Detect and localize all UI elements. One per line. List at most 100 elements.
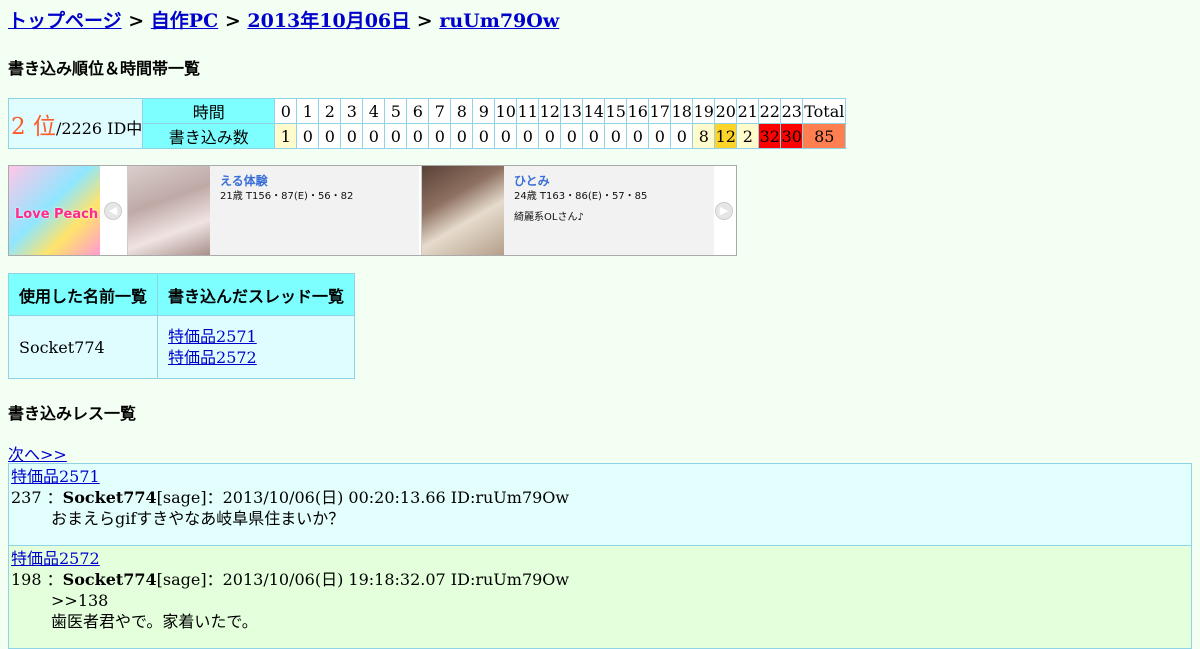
rank-summary: 2 位/2226 ID中: [7, 98, 144, 149]
count-cell: 0: [318, 123, 342, 149]
hour-cell: 5: [384, 98, 408, 124]
post-body: >>138 歯医者君やで。家着いたで。: [11, 590, 1191, 632]
hour-cell: 7: [428, 98, 452, 124]
hour-cell: 18: [670, 98, 694, 124]
post-meta: [sage]：2013/10/06(日) 00:20:13.66 ID:ruUm…: [156, 488, 570, 507]
breadcrumb-separator: >: [224, 10, 241, 32]
count-cell: 0: [384, 123, 408, 149]
post-list: 特価品2571 237 ：Socket774[sage]：2013/10/06(…: [8, 463, 1192, 649]
post-item: 特価品2572 198 ：Socket774[sage]：2013/10/06(…: [9, 545, 1191, 648]
rank-total: /2226 ID中: [55, 118, 143, 138]
count-cell: 32: [758, 123, 782, 149]
count-cell: 0: [626, 123, 650, 149]
count-cell: 30: [780, 123, 804, 149]
hour-cell: 1: [296, 98, 320, 124]
count-cell: 0: [670, 123, 694, 149]
post-line: >>138: [51, 591, 109, 610]
count-total: 85: [802, 123, 847, 149]
hour-cell: 2: [318, 98, 342, 124]
ad-shop-logo: Love Peach: [15, 207, 99, 222]
hour-cell: 9: [472, 98, 496, 124]
hour-cell: 15: [604, 98, 628, 124]
names-table: 使用した名前一覧 書き込んだスレッド一覧 Socket774 特価品2571 特…: [7, 273, 356, 379]
breadcrumb-separator: >: [416, 10, 433, 32]
hour-cell: 8: [450, 98, 474, 124]
hour-cell: 17: [648, 98, 672, 124]
count-cell: 0: [340, 123, 364, 149]
ad-card[interactable]: ひとみ 24歳 T163・86(E)・57・85 綺麗系OLさん♪: [421, 166, 714, 255]
post-item: 特価品2571 237 ：Socket774[sage]：2013/10/06(…: [9, 464, 1191, 545]
ad-banner[interactable]: Love Peach ◀ える体験 21歳 T156・87(E)・56・82 ひ…: [8, 165, 737, 256]
hour-cell: 6: [406, 98, 430, 124]
hour-cell: 23: [780, 98, 804, 124]
post-author: Socket774: [62, 570, 157, 589]
ad-shop-banner[interactable]: Love Peach: [9, 166, 100, 255]
rank-position: 2 位: [11, 113, 56, 140]
breadcrumb-separator: >: [128, 10, 145, 32]
hour-cell: 4: [362, 98, 386, 124]
hour-cell: 12: [538, 98, 562, 124]
rank-table: 2 位/2226 ID中 時間 0 1 2 3 4 5 6 7 8 9 10 1…: [7, 98, 847, 149]
hour-cell: 19: [692, 98, 716, 124]
hour-cell: 0: [274, 98, 298, 124]
count-cell: 0: [538, 123, 562, 149]
count-cell: 8: [692, 123, 716, 149]
ad-card-photo: [422, 166, 504, 255]
count-cell: 0: [560, 123, 584, 149]
hour-cell: 14: [582, 98, 606, 124]
breadcrumb-board-link[interactable]: 自作PC: [151, 10, 218, 32]
count-cell: 0: [406, 123, 430, 149]
breadcrumb: トップページ > 自作PC > 2013年10月06日 > ruUm79Ow: [8, 6, 559, 33]
thread-link[interactable]: 特価品2571: [168, 327, 257, 346]
ad-card-spec: 21歳 T156・87(E)・56・82: [220, 191, 354, 202]
ad-card-photo: [128, 166, 210, 255]
post-number: 237: [11, 488, 42, 507]
post-line: おまえらgifすきやなあ岐阜県住まいか？: [51, 509, 345, 528]
ad-prev-arrow-icon[interactable]: ◀: [104, 202, 122, 220]
rank-heading: 書き込み順位＆時間帯一覧: [8, 59, 201, 78]
count-cell: 2: [736, 123, 760, 149]
post-body: おまえらgifすきやなあ岐阜県住まいか？: [11, 508, 1191, 529]
count-cell: 0: [296, 123, 320, 149]
count-cell: 0: [362, 123, 386, 149]
post-number: 198: [11, 570, 42, 589]
post-line: 歯医者君やで。家着いたで。: [51, 612, 258, 631]
ad-card-spec: 24歳 T163・86(E)・57・85: [514, 191, 648, 202]
hour-cell: 3: [340, 98, 364, 124]
count-cell: 0: [428, 123, 452, 149]
post-thread-link[interactable]: 特価品2572: [11, 549, 100, 568]
hour-cell: 10: [494, 98, 518, 124]
thread-link[interactable]: 特価品2572: [168, 348, 257, 367]
ad-next-arrow-icon[interactable]: ▶: [715, 202, 733, 220]
hour-cell: 20: [714, 98, 738, 124]
breadcrumb-date-link[interactable]: 2013年10月06日: [247, 10, 410, 32]
ad-card-desc: 綺麗系OLさん♪: [514, 212, 584, 223]
hour-cell: 21: [736, 98, 760, 124]
threads-col-header: 書き込んだスレッド一覧: [157, 273, 356, 316]
hour-cell: 22: [758, 98, 782, 124]
poster-name: Socket774: [7, 315, 159, 379]
res-heading: 書き込みレス一覧: [8, 404, 137, 423]
breadcrumb-id-link[interactable]: ruUm79Ow: [439, 10, 559, 32]
hour-label: 時間: [142, 98, 276, 124]
count-cell: 12: [714, 123, 738, 149]
count-cell: 0: [516, 123, 540, 149]
count-cell: 0: [450, 123, 474, 149]
next-page-link[interactable]: 次へ>>: [8, 441, 67, 465]
post-thread-link[interactable]: 特価品2571: [11, 467, 100, 486]
count-label: 書き込み数: [142, 123, 276, 149]
hour-cell: 13: [560, 98, 584, 124]
count-cell: 0: [648, 123, 672, 149]
post-meta: [sage]：2013/10/06(日) 19:18:32.07 ID:ruUm…: [156, 570, 570, 589]
names-col-header: 使用した名前一覧: [7, 273, 159, 316]
count-cell: 1: [274, 123, 298, 149]
count-cell: 0: [494, 123, 518, 149]
ad-card[interactable]: える体験 21歳 T156・87(E)・56・82: [127, 166, 419, 255]
breadcrumb-top-link[interactable]: トップページ: [8, 10, 122, 32]
count-cell: 0: [582, 123, 606, 149]
hour-cell: 11: [516, 98, 540, 124]
count-cell: 0: [604, 123, 628, 149]
thread-list: 特価品2571 特価品2572: [157, 315, 356, 379]
hour-total-header: Total: [802, 98, 847, 124]
count-cell: 0: [472, 123, 496, 149]
